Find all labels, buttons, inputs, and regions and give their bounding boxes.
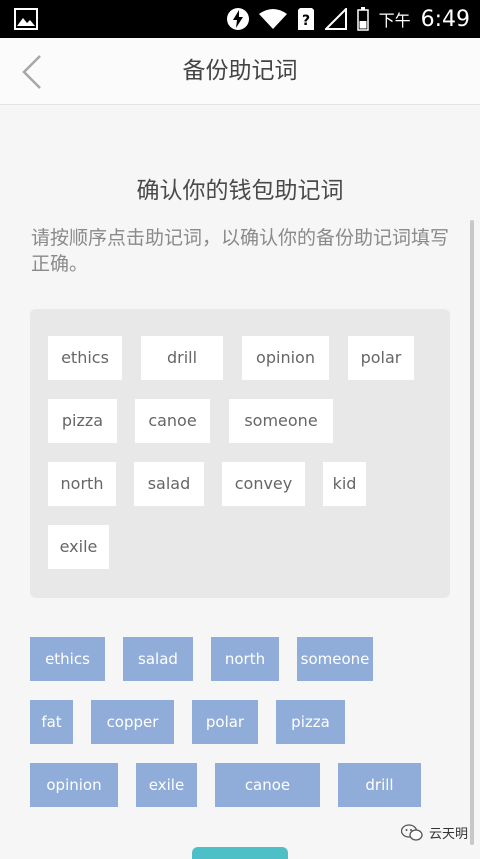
instruction-text: 请按顺序点击助记词，以确认你的备份助记词填写正确。 <box>31 227 450 275</box>
selected-word-chip[interactable]: polar <box>348 336 414 380</box>
selected-word-chip[interactable]: someone <box>229 399 333 443</box>
status-icons: ? 下午 6:49 <box>226 6 470 32</box>
selected-word-chip[interactable]: north <box>48 462 116 506</box>
svg-text:?: ? <box>302 13 310 29</box>
selected-word-chip[interactable]: canoe <box>135 399 210 443</box>
page-title: 备份助记词 <box>182 58 298 84</box>
lightning-icon <box>226 8 249 30</box>
signal-icon <box>324 8 347 30</box>
selected-word-chip[interactable]: pizza <box>48 399 117 443</box>
wifi-icon <box>258 9 287 29</box>
selected-word-chip[interactable]: kid <box>323 462 366 506</box>
battery-icon <box>356 7 369 31</box>
word-option-button[interactable]: ethics <box>30 637 105 681</box>
watermark-text: 云天明 <box>428 827 468 842</box>
scrollbar[interactable] <box>470 220 474 845</box>
confirm-heading: 确认你的钱包助记词 <box>136 178 344 204</box>
word-option-button[interactable]: copper <box>91 700 174 744</box>
selected-word-chip[interactable]: convey <box>222 462 305 506</box>
selected-word-chip[interactable]: drill <box>141 336 223 380</box>
selected-words-area: ethics drill opinion polar pizza canoe s… <box>30 309 450 598</box>
word-option-button[interactable]: exile <box>136 763 197 807</box>
word-option-button[interactable]: north <box>211 637 279 681</box>
word-option-button[interactable]: someone <box>297 637 373 681</box>
selected-word-chip[interactable]: exile <box>48 525 109 569</box>
word-option-button[interactable]: fat <box>30 700 73 744</box>
selected-word-chip[interactable]: opinion <box>242 336 329 380</box>
title-bar: 备份助记词 <box>0 38 480 105</box>
unknown-sim-icon: ? <box>297 8 314 30</box>
status-bar: ? 下午 6:49 <box>0 0 480 38</box>
image-notification-icon <box>14 8 38 30</box>
word-option-button[interactable]: pizza <box>276 700 345 744</box>
word-option-button[interactable]: drill <box>338 763 421 807</box>
clock: 6:49 <box>420 6 470 32</box>
selected-word-chip[interactable]: salad <box>134 462 204 506</box>
selected-word-chip[interactable]: ethics <box>48 336 122 380</box>
confirm-button[interactable] <box>192 847 288 859</box>
word-option-button[interactable]: opinion <box>30 763 118 807</box>
word-option-button[interactable]: salad <box>123 637 193 681</box>
wechat-icon <box>400 823 423 841</box>
time-period: 下午 <box>378 11 411 30</box>
word-option-button[interactable]: canoe <box>215 763 320 807</box>
main-content: 确认你的钱包助记词 请按顺序点击助记词，以确认你的备份助记词填写正确。 ethi… <box>0 105 480 854</box>
watermark: 云天明 <box>400 823 468 842</box>
word-option-button[interactable]: polar <box>192 700 258 744</box>
